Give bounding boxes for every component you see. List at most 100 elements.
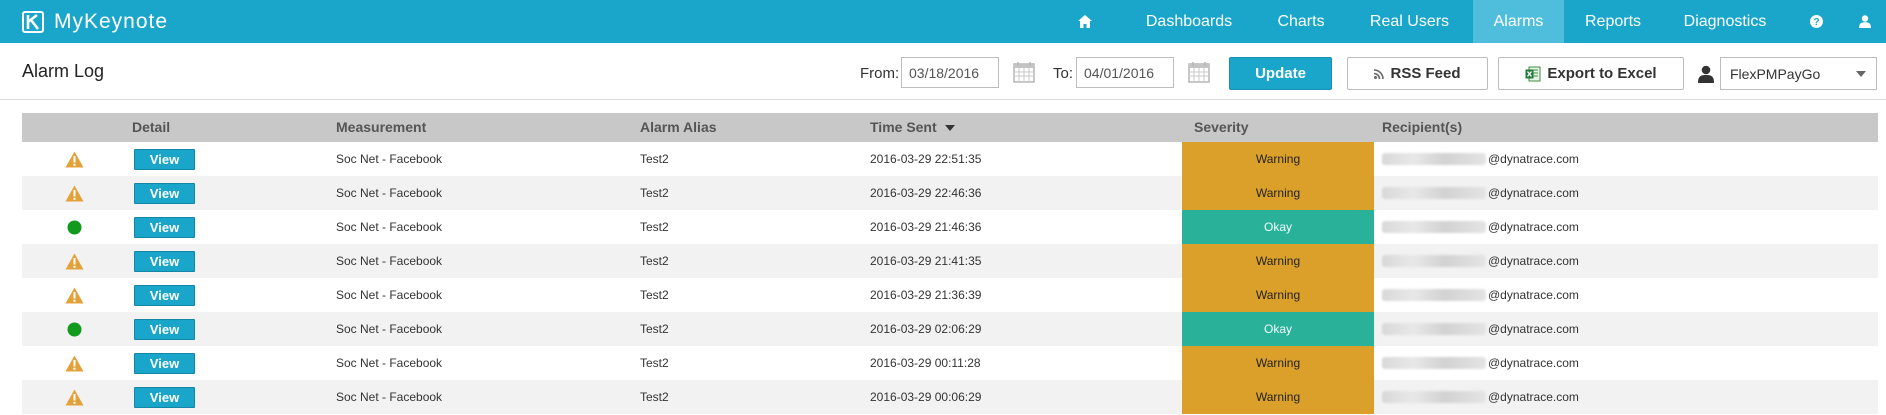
severity-badge: Warning: [1182, 142, 1374, 176]
recipient-cell: @dynatrace.com: [1382, 346, 1579, 380]
column-header-time-sent-label: Time Sent: [870, 119, 937, 135]
ok-status-icon: [67, 322, 81, 336]
alarm-alias-cell: Test2: [640, 390, 669, 404]
measurement-cell: Soc Net - Facebook: [336, 220, 443, 234]
calendar-icon[interactable]: [1013, 61, 1035, 83]
table-row: View Soc Net - Facebook Test2 2016-03-29…: [22, 210, 1878, 244]
main-nav: Dashboards Charts Real Users Alarms Repo…: [1048, 0, 1886, 43]
table-row: View Soc Net - Facebook Test2 2016-03-29…: [22, 176, 1878, 210]
column-header-measurement[interactable]: Measurement: [336, 113, 426, 142]
home-icon: [1078, 15, 1092, 28]
table-body: View Soc Net - Facebook Test2 2016-03-29…: [22, 142, 1878, 414]
table-row: View Soc Net - Facebook Test2 2016-03-29…: [22, 142, 1878, 176]
severity-badge: Warning: [1182, 176, 1374, 210]
warning-icon: [65, 287, 83, 303]
recipient-domain: @dynatrace.com: [1488, 220, 1579, 234]
rss-feed-button[interactable]: RSS Feed: [1347, 57, 1488, 90]
keynote-logo-icon: [22, 10, 44, 33]
measurement-cell: Soc Net - Facebook: [336, 390, 443, 404]
alarm-alias-cell: Test2: [640, 220, 669, 234]
brand[interactable]: MyKeynote: [22, 0, 168, 43]
measurement-cell: Soc Net - Facebook: [336, 322, 443, 336]
recipient-cell: @dynatrace.com: [1382, 244, 1579, 278]
view-button[interactable]: View: [134, 353, 195, 374]
to-label: To:: [1053, 65, 1074, 82]
time-sent-cell: 2016-03-29 00:06:29: [870, 390, 982, 404]
svg-text:?: ?: [1813, 17, 1819, 28]
measurement-cell: Soc Net - Facebook: [336, 152, 443, 166]
column-header-severity[interactable]: Severity: [1194, 113, 1248, 142]
redacted-recipient-name: [1382, 391, 1486, 403]
status-icon-cell: [62, 346, 86, 380]
view-button[interactable]: View: [134, 387, 195, 408]
column-header-alarm-alias[interactable]: Alarm Alias: [640, 113, 717, 142]
nav-charts[interactable]: Charts: [1256, 0, 1346, 43]
account-select[interactable]: FlexPMPayGo: [1720, 57, 1877, 90]
severity-badge: Warning: [1182, 278, 1374, 312]
to-date-input[interactable]: [1076, 57, 1174, 88]
column-header-time-sent[interactable]: Time Sent: [870, 113, 955, 142]
severity-badge: Okay: [1182, 312, 1374, 346]
export-excel-button[interactable]: Export to Excel: [1498, 57, 1684, 90]
measurement-cell: Soc Net - Facebook: [336, 356, 443, 370]
redacted-recipient-name: [1382, 357, 1486, 369]
view-button[interactable]: View: [134, 285, 195, 306]
view-button[interactable]: View: [134, 217, 195, 238]
table-row: View Soc Net - Facebook Test2 2016-03-29…: [22, 312, 1878, 346]
nav-diagnostics[interactable]: Diagnostics: [1662, 0, 1788, 43]
table-row: View Soc Net - Facebook Test2 2016-03-29…: [22, 278, 1878, 312]
sort-descending-icon: [944, 125, 955, 132]
status-icon-cell: [62, 278, 86, 312]
time-sent-cell: 2016-03-29 22:46:36: [870, 186, 982, 200]
page-title: Alarm Log: [22, 61, 105, 81]
user-icon: [1859, 15, 1871, 28]
calendar-icon[interactable]: [1188, 61, 1210, 83]
view-button[interactable]: View: [134, 251, 195, 272]
nav-user[interactable]: [1844, 0, 1886, 43]
measurement-cell: Soc Net - Facebook: [336, 288, 443, 302]
account-select-value: FlexPMPayGo: [1730, 65, 1821, 82]
recipient-domain: @dynatrace.com: [1488, 152, 1579, 166]
time-sent-cell: 2016-03-29 21:36:39: [870, 288, 982, 302]
warning-icon: [65, 253, 83, 269]
view-button[interactable]: View: [134, 319, 195, 340]
recipient-cell: @dynatrace.com: [1382, 312, 1579, 346]
view-button[interactable]: View: [134, 149, 195, 170]
recipient-cell: @dynatrace.com: [1382, 210, 1579, 244]
alarm-alias-cell: Test2: [640, 356, 669, 370]
nav-help[interactable]: ?: [1788, 0, 1844, 43]
help-icon: ?: [1809, 15, 1823, 28]
warning-icon: [65, 151, 83, 167]
redacted-recipient-name: [1382, 289, 1486, 301]
recipient-cell: @dynatrace.com: [1382, 380, 1579, 414]
status-icon-cell: [62, 380, 86, 414]
status-icon-cell: [62, 312, 86, 346]
nav-home[interactable]: [1048, 0, 1122, 43]
from-date-input[interactable]: [901, 57, 999, 88]
column-header-detail[interactable]: Detail: [132, 113, 170, 142]
redacted-recipient-name: [1382, 153, 1486, 165]
table-row: View Soc Net - Facebook Test2 2016-03-29…: [22, 346, 1878, 380]
ok-status-icon: [67, 220, 81, 234]
redacted-recipient-name: [1382, 255, 1486, 267]
alarm-alias-cell: Test2: [640, 254, 669, 268]
recipient-domain: @dynatrace.com: [1488, 288, 1579, 302]
nav-dashboards[interactable]: Dashboards: [1122, 0, 1256, 43]
update-button[interactable]: Update: [1229, 57, 1332, 90]
alarm-log-table: Detail Measurement Alarm Alias Time Sent…: [22, 113, 1878, 414]
nav-alarms[interactable]: Alarms: [1473, 0, 1564, 43]
alarm-alias-cell: Test2: [640, 152, 669, 166]
time-sent-cell: 2016-03-29 21:46:36: [870, 220, 982, 234]
nav-real-users[interactable]: Real Users: [1346, 0, 1473, 43]
view-button[interactable]: View: [134, 183, 195, 204]
nav-reports[interactable]: Reports: [1564, 0, 1662, 43]
recipient-domain: @dynatrace.com: [1488, 356, 1579, 370]
excel-icon: [1525, 66, 1541, 82]
chevron-down-icon: [1856, 71, 1866, 77]
account-user-icon: [1698, 65, 1714, 83]
top-nav-bar: MyKeynote Dashboards Charts Real Users A…: [0, 0, 1886, 43]
column-header-recipients[interactable]: Recipient(s): [1382, 113, 1462, 142]
time-sent-cell: 2016-03-29 22:51:35: [870, 152, 982, 166]
recipient-domain: @dynatrace.com: [1488, 254, 1579, 268]
recipient-cell: @dynatrace.com: [1382, 176, 1579, 210]
